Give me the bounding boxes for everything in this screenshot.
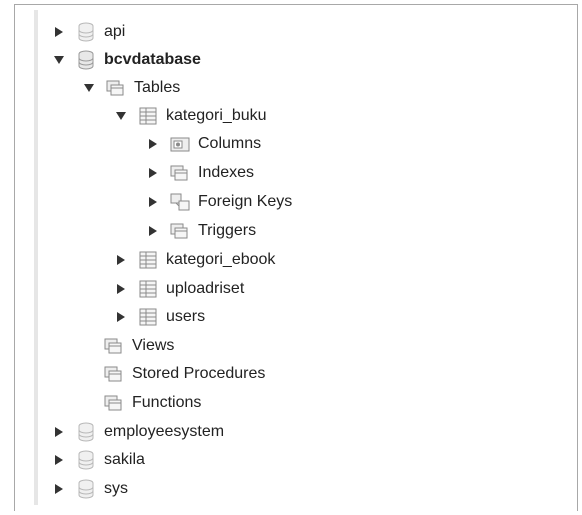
expand-arrow-icon[interactable] (52, 19, 66, 45)
tree-node-kategori-ebook[interactable]: kategori_ebook (114, 247, 275, 273)
folder-icon (106, 78, 126, 98)
table-label: kategori_buku (166, 107, 267, 124)
tree-node-sys[interactable]: sys (52, 476, 128, 502)
collapse-arrow-icon[interactable] (82, 75, 96, 101)
table-label: users (166, 308, 206, 325)
collapse-arrow-icon[interactable] (114, 103, 128, 129)
expand-arrow-icon[interactable] (114, 304, 128, 330)
expand-arrow-icon[interactable] (52, 447, 66, 473)
table-label: kategori_ebook (166, 251, 276, 268)
columns-icon (170, 134, 190, 154)
database-icon (76, 22, 96, 42)
tree-node-kategori-buku[interactable]: kategori_buku (114, 103, 267, 129)
indexes-label: Indexes (198, 164, 255, 181)
table-icon (138, 307, 158, 327)
expand-arrow-icon[interactable] (114, 247, 128, 273)
table-label: uploadriset (166, 280, 245, 297)
table-icon (138, 279, 158, 299)
tree-node-sakila[interactable]: sakila (52, 447, 145, 473)
expand-arrow-icon[interactable] (146, 131, 160, 157)
expand-arrow-icon[interactable] (114, 276, 128, 302)
tree-node-stored-procedures[interactable]: Stored Procedures (104, 361, 265, 387)
expand-arrow-icon[interactable] (146, 189, 160, 215)
tree-node-columns[interactable]: Columns (146, 131, 261, 157)
folder-icon (104, 336, 124, 356)
tree-node-indexes[interactable]: Indexes (146, 160, 254, 186)
database-label: employeesystem (104, 423, 225, 440)
database-label: api (104, 23, 126, 40)
database-icon (76, 450, 96, 470)
tree-node-views[interactable]: Views (104, 333, 174, 359)
folder-icon (170, 163, 190, 183)
expand-arrow-icon[interactable] (146, 160, 160, 186)
database-icon (76, 50, 96, 70)
views-label: Views (132, 337, 175, 354)
folder-icon (104, 364, 124, 384)
tree-node-uploadriset[interactable]: uploadriset (114, 276, 244, 302)
tree-node-employeesystem[interactable]: employeesystem (52, 419, 224, 445)
expand-arrow-icon[interactable] (146, 218, 160, 244)
tree-gutter (34, 10, 38, 505)
database-icon (76, 479, 96, 499)
tree-node-foreign-keys[interactable]: Foreign Keys (146, 189, 292, 215)
functions-label: Functions (132, 394, 202, 411)
foreign-keys-label: Foreign Keys (198, 193, 293, 210)
collapse-arrow-icon[interactable] (52, 47, 66, 73)
tree-node-triggers[interactable]: Triggers (146, 218, 256, 244)
expand-arrow-icon[interactable] (52, 419, 66, 445)
database-label: sys (104, 480, 128, 497)
foreign-keys-icon (170, 192, 190, 212)
tables-label: Tables (134, 79, 181, 96)
tree-node-functions[interactable]: Functions (104, 390, 201, 416)
tree-node-bcvdatabase[interactable]: bcvdatabase (52, 47, 201, 73)
database-label: bcvdatabase (104, 51, 201, 68)
tree-node-users[interactable]: users (114, 304, 205, 330)
table-icon (138, 250, 158, 270)
folder-icon (104, 393, 124, 413)
table-icon (138, 106, 158, 126)
expand-arrow-icon[interactable] (52, 476, 66, 502)
columns-label: Columns (198, 135, 262, 152)
database-label: sakila (104, 451, 145, 468)
tree-node-tables[interactable]: Tables (82, 75, 180, 101)
triggers-label: Triggers (198, 222, 257, 239)
stored-procedures-label: Stored Procedures (132, 365, 266, 382)
folder-icon (170, 221, 190, 241)
tree-node-api[interactable]: api (52, 19, 125, 45)
database-icon (76, 422, 96, 442)
